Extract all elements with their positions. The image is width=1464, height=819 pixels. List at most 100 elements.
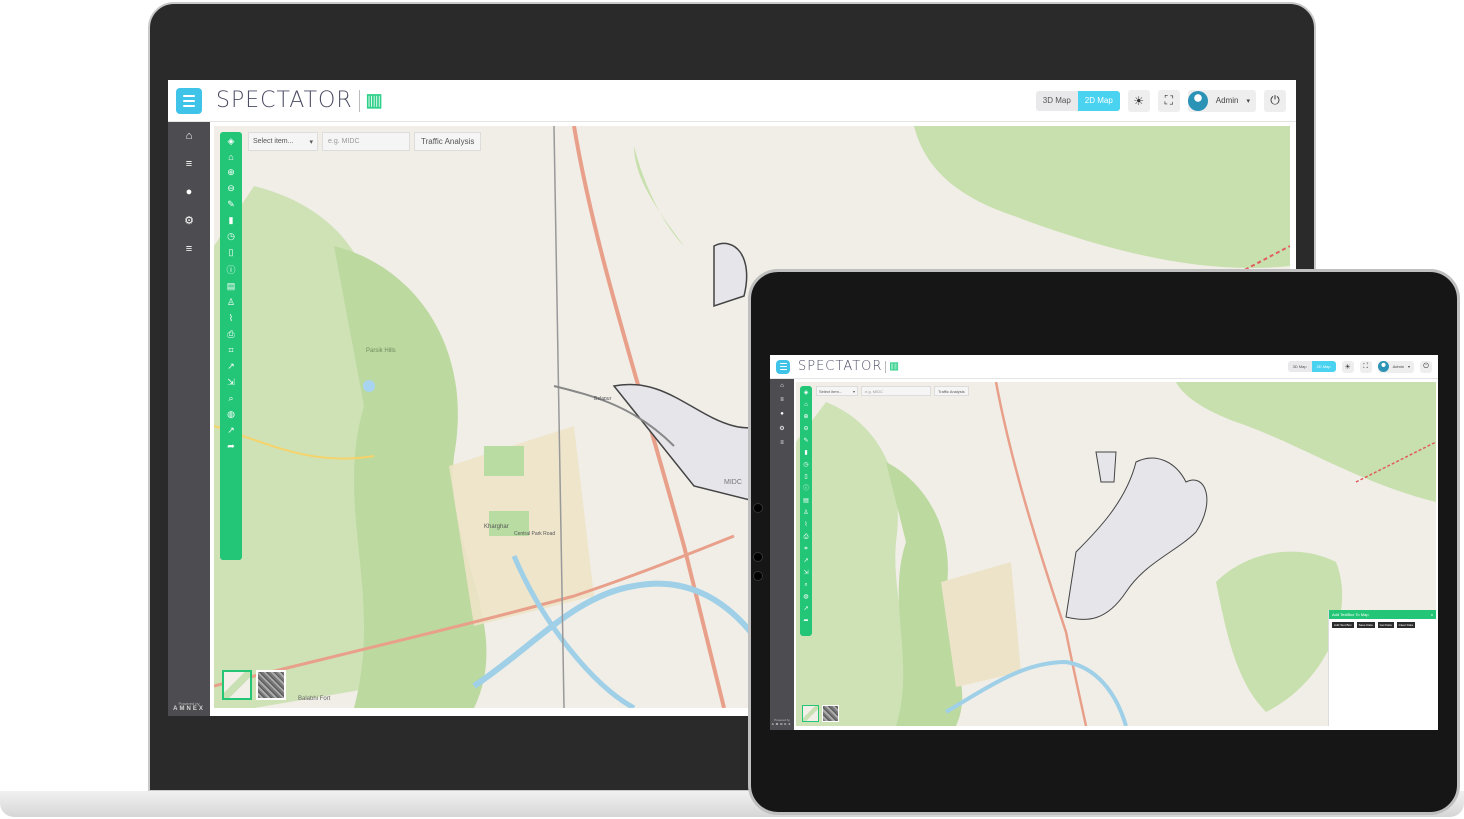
tablet-globe-icon[interactable]: ◍ bbox=[803, 592, 808, 602]
tablet-3d-map-button[interactable]: 3D Map bbox=[1287, 361, 1312, 372]
tablet-powered-by: Powered by AMNEX bbox=[771, 718, 793, 726]
menu-button[interactable] bbox=[176, 87, 202, 114]
traffic-analysis-button[interactable]: Traffic Analysis bbox=[414, 132, 482, 151]
map-icon[interactable]: ▯ bbox=[229, 247, 234, 258]
export-icon[interactable]: ⇲ bbox=[227, 377, 235, 388]
textbox-panel-title: Add TextBox To Map bbox=[1332, 612, 1369, 617]
layer-select[interactable]: Select item... ▾ bbox=[248, 132, 318, 151]
save-data-button[interactable]: Save Data bbox=[1356, 622, 1375, 628]
user-icon[interactable]: ● bbox=[186, 186, 193, 198]
tablet-waypoint-icon[interactable]: ↗ bbox=[803, 604, 808, 614]
user-menu[interactable]: Admin ▾ bbox=[1187, 89, 1256, 112]
tablet-info-icon[interactable]: ⓘ bbox=[803, 484, 809, 494]
tablet-home-view-icon[interactable]: ⌂ bbox=[804, 400, 808, 410]
close-icon[interactable]: x bbox=[1431, 612, 1433, 617]
clock-icon[interactable]: ◷ bbox=[227, 231, 235, 242]
sidebar: ⌂ ≡ ● ⚙ ≡ Powered by AMNEX bbox=[168, 122, 210, 716]
map-label-fort: Balabhi Fort bbox=[298, 696, 331, 702]
tablet-menu-button[interactable] bbox=[776, 359, 790, 374]
map-label-kharghar: Kharghar bbox=[484, 524, 509, 530]
3d-map-button[interactable]: 3D Map bbox=[1035, 90, 1078, 111]
textbox-panel-actions: Add Text Box Save Data Get Data Clear Da… bbox=[1329, 619, 1436, 631]
tablet-header: SPECTATOR ▥ 3D Map 2D Map ☀ ⛶ Admin ▾ ⏻ bbox=[770, 355, 1438, 379]
tablet-network-icon[interactable]: ⌗ bbox=[804, 544, 807, 554]
report-icon[interactable]: ≡ bbox=[186, 243, 192, 255]
zoom-out-icon[interactable]: ⊖ bbox=[227, 183, 235, 194]
tablet-clock-icon[interactable]: ◷ bbox=[803, 460, 808, 470]
zoom-in-icon[interactable]: ⊕ bbox=[227, 167, 235, 178]
route-icon[interactable]: ↗ bbox=[227, 361, 235, 372]
home-view-icon[interactable]: ⌂ bbox=[228, 152, 233, 162]
basemap-street[interactable] bbox=[222, 670, 252, 700]
tablet-share-icon[interactable]: ➦ bbox=[803, 616, 808, 626]
map-book-icon[interactable]: ▮ bbox=[229, 215, 234, 226]
tablet-2d-map-button[interactable]: 2D Map bbox=[1311, 361, 1336, 372]
tablet-ruler-icon[interactable]: ✎ bbox=[803, 436, 808, 446]
tablet-home-icon[interactable]: ⌂ bbox=[780, 383, 784, 389]
map-label-park-road: Central Park Road bbox=[514, 531, 556, 537]
tablet-export-icon[interactable]: ⇲ bbox=[803, 568, 808, 578]
tablet-user-menu[interactable]: Admin ▾ bbox=[1377, 360, 1414, 373]
info-icon[interactable]: ⓘ bbox=[226, 263, 235, 276]
home-icon[interactable]: ⌂ bbox=[186, 130, 193, 142]
power-icon[interactable]: ⏻ bbox=[1264, 89, 1286, 112]
basemap-switcher bbox=[222, 670, 286, 700]
print-icon[interactable]: ⎙ bbox=[227, 329, 234, 340]
user-name: Admin bbox=[1215, 96, 1239, 105]
globe-icon[interactable]: ◍ bbox=[227, 409, 235, 420]
tablet-fullscreen-icon[interactable]: ⛶ bbox=[1359, 360, 1372, 373]
tablet-search-area-icon[interactable]: ⌕ bbox=[804, 580, 807, 590]
tablet-map-icon[interactable]: ▯ bbox=[804, 472, 807, 482]
fullscreen-icon[interactable]: ⛶ bbox=[1157, 89, 1180, 112]
tablet-basemap-satellite[interactable] bbox=[822, 705, 839, 722]
app-header: SPECTATOR ▥ 3D Map 2D Map ☀ ⛶ Admin ▾ ⏻ bbox=[168, 80, 1296, 122]
brightness-icon[interactable]: ☀ bbox=[1127, 89, 1150, 112]
tablet-route-icon[interactable]: ↗ bbox=[803, 556, 808, 566]
tablet-brightness-icon[interactable]: ☀ bbox=[1341, 360, 1354, 373]
tablet-basemap-street[interactable] bbox=[802, 705, 819, 722]
search-area-icon[interactable]: ⌕ bbox=[228, 393, 233, 404]
device-mockup: SPECTATOR ▥ 3D Map 2D Map ☀ ⛶ Admin ▾ ⏻ ⌂… bbox=[0, 0, 1464, 819]
tablet-paperclip-icon[interactable]: ⌇ bbox=[805, 520, 808, 530]
layers-icon[interactable]: ◈ bbox=[228, 136, 235, 147]
get-data-button[interactable]: Get Data bbox=[1377, 622, 1394, 628]
tablet-document-icon[interactable]: ▤ bbox=[803, 496, 809, 506]
settings-icon[interactable]: ⚙ bbox=[184, 214, 194, 227]
tablet-map-book-icon[interactable]: ▮ bbox=[804, 448, 807, 458]
map-search-bar: Select item... ▾ e.g. MIDC Traffic Analys… bbox=[248, 132, 482, 151]
tablet-settings-icon[interactable]: ⚙ bbox=[779, 425, 784, 432]
2d-map-button[interactable]: 2D Map bbox=[1077, 90, 1120, 111]
map-label-hills: Parsik Hills bbox=[366, 348, 396, 354]
tablet-traffic-analysis-button[interactable]: Traffic Analysis bbox=[934, 386, 969, 396]
tablet-user-icon[interactable]: ● bbox=[780, 411, 784, 417]
tablet-chart-icon[interactable]: ≡ bbox=[780, 397, 784, 403]
basemap-satellite[interactable] bbox=[256, 670, 286, 700]
tablet-layers-icon[interactable]: ◈ bbox=[804, 388, 809, 398]
tablet-map-canvas[interactable]: ◈ ⌂ ⊕ ⊖ ✎ ▮ ◷ ▯ ⓘ ▤ ♙ ⌇ ⎙ ⌗ ↗ ⇲ ⌕ ◍ ↗ ➦ bbox=[796, 382, 1436, 726]
tablet-report-icon[interactable]: ≡ bbox=[780, 440, 784, 446]
share-icon[interactable]: ➦ bbox=[227, 441, 235, 452]
tablet-zoom-out-icon[interactable]: ⊖ bbox=[803, 424, 808, 434]
tablet-map-search-bar: Select item... ▾ e.g. MIDC Traffic Analys… bbox=[816, 386, 969, 396]
network-icon[interactable]: ⌗ bbox=[228, 345, 233, 356]
tablet-power-icon[interactable]: ⏻ bbox=[1420, 360, 1432, 373]
paperclip-icon[interactable]: ⌇ bbox=[229, 313, 233, 324]
tablet-user-pin-icon[interactable]: ♙ bbox=[803, 508, 808, 518]
tablet-map-mode-toggle: 3D Map 2D Map bbox=[1287, 361, 1336, 372]
tablet-map-toolbar: ◈ ⌂ ⊕ ⊖ ✎ ▮ ◷ ▯ ⓘ ▤ ♙ ⌇ ⎙ ⌗ ↗ ⇲ ⌕ ◍ ↗ ➦ bbox=[800, 386, 812, 636]
tablet-zoom-in-icon[interactable]: ⊕ bbox=[803, 412, 808, 422]
textbox-panel-header: Add TextBox To Map x bbox=[1329, 610, 1436, 619]
clear-data-button[interactable]: Clear Data bbox=[1396, 622, 1415, 628]
ruler-icon[interactable]: ✎ bbox=[227, 199, 235, 210]
tablet-search-input[interactable]: e.g. MIDC bbox=[861, 386, 931, 396]
waypoint-icon[interactable]: ↗ bbox=[227, 425, 235, 436]
tablet-print-icon[interactable]: ⎙ bbox=[804, 532, 809, 542]
tablet-avatar bbox=[1377, 361, 1389, 372]
user-pin-icon[interactable]: ♙ bbox=[227, 297, 235, 308]
search-input[interactable]: e.g. MIDC bbox=[322, 132, 410, 151]
powered-by: Powered by AMNEX bbox=[173, 701, 205, 712]
chart-icon[interactable]: ≡ bbox=[186, 158, 192, 170]
add-text-box-button[interactable]: Add Text Box bbox=[1332, 622, 1354, 628]
tablet-layer-select[interactable]: Select item... ▾ bbox=[816, 386, 858, 396]
document-icon[interactable]: ▤ bbox=[227, 281, 236, 292]
